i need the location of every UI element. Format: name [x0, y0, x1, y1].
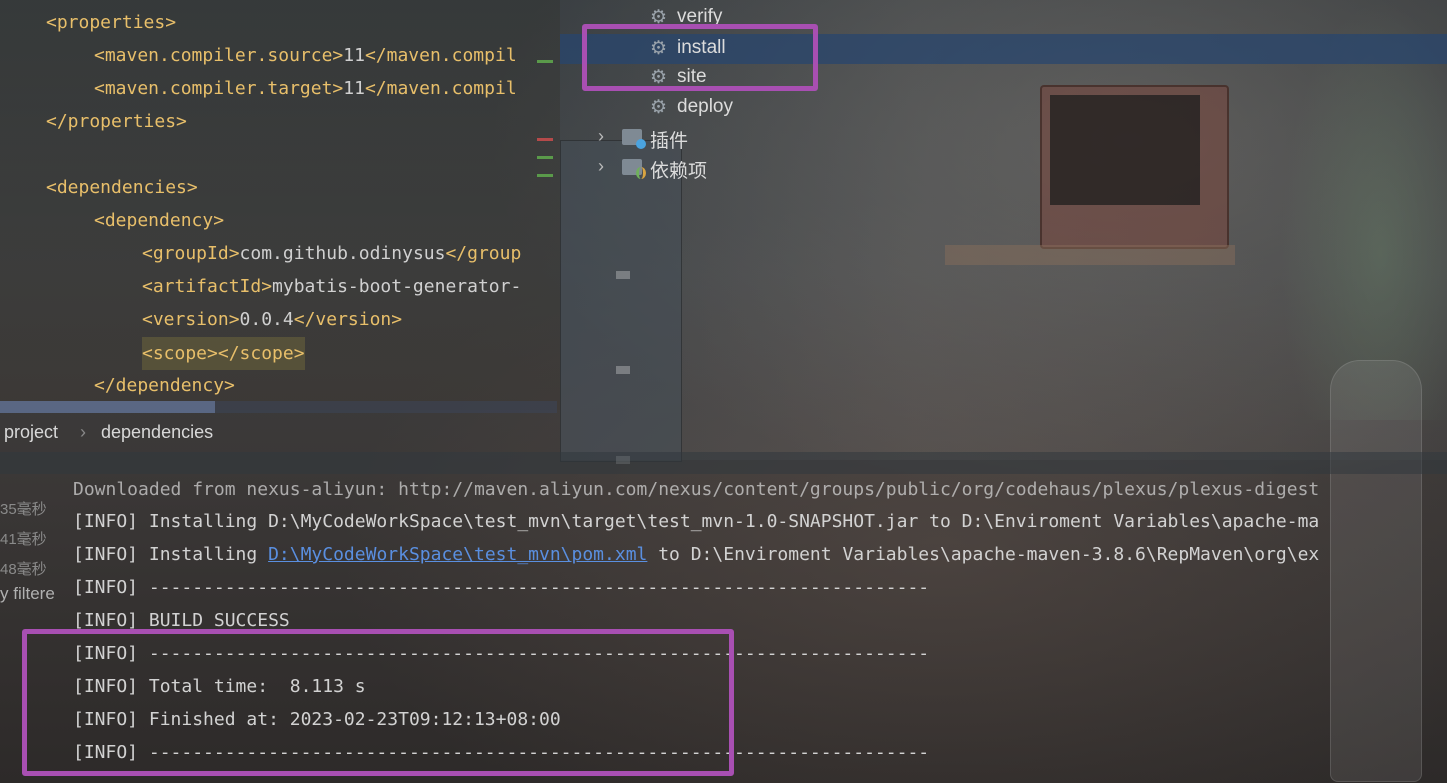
code-line: <scope></scope>: [142, 337, 305, 370]
console-line: Downloaded from nexus-aliyun: http://mav…: [73, 479, 1320, 500]
tree-node-plugins[interactable]: › 插件: [560, 123, 1447, 153]
step-duration: 41毫秒: [0, 531, 47, 548]
breadcrumb-item-dependencies[interactable]: dependencies: [101, 422, 213, 443]
code-line: </properties>: [46, 111, 187, 132]
console-line: [INFO] ---------------------------------…: [73, 577, 930, 598]
run-step-durations: 35毫秒 41毫秒 48毫秒: [0, 495, 55, 585]
lifecycle-item-deploy[interactable]: ⚙ deploy: [560, 93, 1447, 123]
annotation-box-build-summary: [22, 629, 734, 776]
run-console-header: [0, 452, 1447, 474]
change-markers: [537, 60, 555, 180]
scrollbar-thumb[interactable]: [0, 401, 215, 413]
gear-icon: ⚙: [650, 97, 668, 118]
code-line: <groupId>com.github.odinysus</group: [142, 243, 522, 264]
filter-label[interactable]: y filtere: [0, 584, 55, 604]
pom-file-link[interactable]: D:\MyCodeWorkSpace\test_mvn\pom.xml: [268, 544, 647, 565]
plugins-folder-icon: [622, 129, 646, 149]
dependencies-folder-icon: [622, 159, 646, 179]
console-line: [INFO] Installing D:\MyCodeWorkSpace\tes…: [73, 511, 1320, 532]
step-duration: 35毫秒: [0, 501, 47, 518]
step-duration: 48毫秒: [0, 561, 47, 578]
code-line: </dependency>: [94, 375, 235, 396]
code-line: <maven.compiler.source>11</maven.compil: [94, 45, 517, 66]
code-line: <artifactId>mybatis-boot-generator-: [142, 276, 522, 297]
chevron-right-icon[interactable]: ›: [598, 126, 604, 147]
code-line: <dependencies>: [46, 177, 198, 198]
breadcrumb: project › dependencies: [0, 416, 560, 450]
tree-node-dependencies[interactable]: › 依赖项: [560, 153, 1447, 183]
code-line: <dependency>: [94, 210, 225, 231]
chevron-right-icon[interactable]: ›: [598, 156, 604, 177]
code-line: <maven.compiler.target>11</maven.compil: [94, 78, 517, 99]
breadcrumb-separator: ›: [80, 422, 86, 442]
code-line: <properties>: [46, 12, 177, 33]
breadcrumb-item-project[interactable]: project: [4, 422, 58, 443]
code-editor[interactable]: <properties> <maven.compiler.source>11</…: [0, 0, 557, 403]
code-line: <version>0.0.4</version>: [142, 309, 403, 330]
background-shelf: [945, 245, 1235, 265]
annotation-box-install: [582, 24, 818, 91]
console-line: [INFO] Installing D:\MyCodeWorkSpace\tes…: [73, 544, 1320, 565]
